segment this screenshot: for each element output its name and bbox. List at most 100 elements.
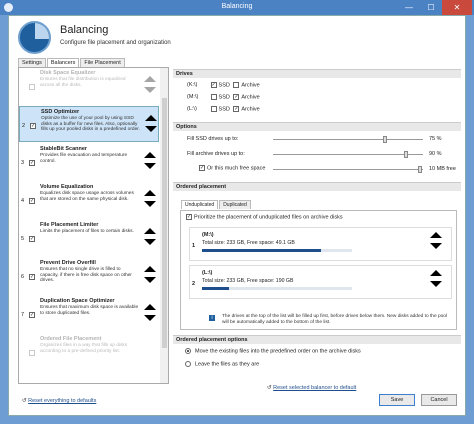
move-up-icon[interactable] [144, 152, 156, 158]
balancer-checkbox[interactable] [29, 350, 35, 356]
fill-archive-value: 90 % [429, 151, 442, 157]
ssd-checkbox[interactable] [210, 106, 217, 112]
disk-name: (M:\) [202, 232, 214, 238]
move-up-icon[interactable] [144, 76, 156, 82]
tab-duplicated[interactable]: Duplicated [219, 200, 251, 209]
tab-file-placement[interactable]: File Placement [80, 58, 125, 67]
balancer-number: 5 [21, 236, 25, 242]
free-space-checkbox[interactable]: ✓ [199, 165, 205, 171]
balancer-item[interactable]: 2 ✓ SSD Optimizer Optimize the use of yo… [19, 106, 159, 142]
move-down-icon[interactable] [144, 239, 156, 245]
ordered-disk-item[interactable]: 1 (M:\) Total size: 233 GB, Free space: … [189, 227, 452, 261]
move-up-icon[interactable] [144, 266, 156, 272]
balancer-checkbox[interactable]: ✓ [29, 160, 35, 166]
page-title: Balancing [60, 24, 109, 36]
archive-checkbox[interactable] [233, 82, 240, 88]
balancer-item[interactable]: Disk Space Equalizer Ensures that file d… [19, 68, 159, 104]
ordered-tabs: Unduplicated Duplicated [181, 200, 252, 209]
fill-ssd-value: 75 % [429, 136, 442, 142]
balancer-checkbox[interactable] [29, 84, 35, 90]
scrollbar-thumb[interactable] [162, 98, 167, 348]
tab-unduplicated[interactable]: Unduplicated [181, 200, 219, 209]
slider-knob[interactable] [418, 166, 422, 173]
move-down-icon[interactable] [144, 315, 156, 321]
archive-label: Archive [241, 94, 260, 101]
fill-archive-slider[interactable] [273, 151, 423, 158]
move-down-icon[interactable] [430, 281, 442, 287]
free-space-slider[interactable] [273, 166, 423, 173]
fill-ssd-slider[interactable] [273, 136, 423, 143]
balancer-checkbox[interactable]: ✓ [30, 123, 36, 129]
balancer-description: Equalizes disk space usage across volume… [40, 191, 134, 202]
balancer-settings: Drives (K:\) ✓ SSD Archive (M:\) SSD ✓ Arc… [173, 67, 465, 384]
balancer-item[interactable]: Ordered File Placement Organizes files i… [19, 334, 159, 370]
balancer-checkbox[interactable]: ✓ [29, 236, 35, 242]
move-down-icon[interactable] [144, 277, 156, 283]
balancer-number: 3 [21, 160, 25, 166]
balancer-item[interactable]: 4 ✓ Volume Equalization Equalizes disk s… [19, 182, 159, 218]
archive-label: Archive [241, 82, 260, 89]
reorder-arrows[interactable] [144, 190, 156, 210]
move-up-icon[interactable] [144, 304, 156, 310]
save-button[interactable]: Save [379, 394, 415, 406]
close-button[interactable]: ✕ [442, 0, 472, 15]
move-down-icon[interactable] [144, 201, 156, 207]
balancer-description: Limits the placement of files to certain… [40, 229, 134, 234]
cancel-button[interactable]: Cancel [421, 394, 457, 406]
reorder-arrows[interactable] [430, 232, 442, 252]
drive-row: (L:\) SSD ✓ Archive [187, 106, 260, 112]
move-files-radio[interactable] [185, 348, 191, 354]
balancer-name: Disk Space Equalizer [40, 70, 96, 76]
tab-balancers[interactable]: Balancers [46, 58, 80, 67]
reorder-arrows[interactable] [144, 228, 156, 248]
ordered-disk-item[interactable]: 2 (L:\) Total size: 233 GB, Free space: … [189, 265, 452, 299]
balancer-name: StableBit Scanner [40, 146, 88, 152]
balancer-checkbox[interactable]: ✓ [29, 274, 35, 280]
move-down-icon[interactable] [430, 243, 442, 249]
leave-files-radio[interactable] [185, 361, 191, 367]
move-up-icon[interactable] [430, 270, 442, 276]
balancer-checkbox[interactable]: ✓ [29, 198, 35, 204]
minimize-button[interactable]: — [398, 0, 420, 15]
move-up-icon[interactable] [430, 232, 442, 238]
ssd-label: SSD [218, 106, 230, 113]
reorder-arrows[interactable] [144, 76, 156, 96]
balancer-item[interactable]: 7 ✓ Duplication Space Optimizer Ensures … [19, 296, 159, 332]
reorder-arrows[interactable] [144, 152, 156, 172]
reorder-arrows[interactable] [144, 304, 156, 324]
slider-knob[interactable] [404, 151, 409, 158]
prioritize-checkbox[interactable]: ✓ [186, 214, 192, 220]
balancer-item[interactable]: 3 ✓ StableBit Scanner Provides file evac… [19, 144, 159, 180]
disk-number: 2 [192, 281, 196, 287]
slider-knob[interactable] [382, 136, 387, 143]
maximize-button[interactable]: ☐ [420, 0, 442, 15]
fill-ssd-label: Fill SSD drives up to: [187, 136, 239, 142]
move-up-icon[interactable] [145, 115, 157, 121]
page-subtitle: Configure file placement and organizatio… [60, 40, 171, 46]
tab-settings[interactable]: Settings [18, 58, 46, 67]
fill-archive-label: Fill archive drives up to: [187, 151, 245, 157]
reorder-arrows[interactable] [144, 266, 156, 286]
move-down-icon[interactable] [144, 163, 156, 169]
balancer-number: 4 [21, 198, 25, 204]
move-up-icon[interactable] [144, 190, 156, 196]
reset-all-link[interactable]: Reset everything to defaults [28, 398, 96, 404]
balancer-checkbox[interactable]: ✓ [29, 312, 35, 318]
ssd-checkbox[interactable]: ✓ [210, 82, 217, 88]
move-up-icon[interactable] [144, 228, 156, 234]
ssd-checkbox[interactable] [210, 94, 217, 100]
archive-checkbox[interactable]: ✓ [233, 106, 240, 112]
footer: ↺ Reset everything to defaults Save Canc… [9, 388, 465, 415]
disk-usage-fill [202, 249, 321, 252]
reorder-arrows[interactable] [145, 115, 157, 135]
balancer-item[interactable]: 5 ✓ File Placement Limiter Limits the pl… [19, 220, 159, 256]
reset-all-row: ↺ Reset everything to defaults [22, 398, 96, 404]
archive-label: Archive [241, 106, 260, 113]
reorder-arrows[interactable] [430, 270, 442, 290]
disk-info: Total size: 233 GB, Free space: 190 GB [202, 278, 294, 284]
move-down-icon[interactable] [144, 87, 156, 93]
archive-checkbox[interactable]: ✓ [233, 94, 240, 100]
move-down-icon[interactable] [145, 126, 157, 132]
list-scrollbar[interactable] [160, 68, 168, 383]
balancer-item[interactable]: 6 ✓ Prevent Drive Overfill Ensures that … [19, 258, 159, 294]
